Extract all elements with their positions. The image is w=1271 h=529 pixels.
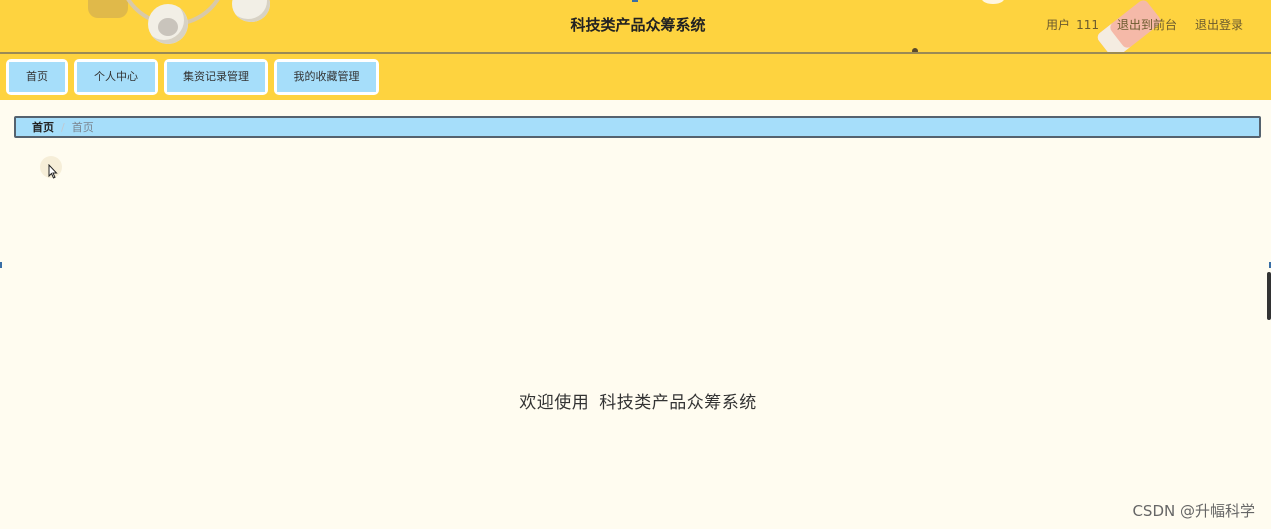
nav-item-my-favorites[interactable]: 我的收藏管理 bbox=[274, 59, 379, 95]
welcome-prefix: 欢迎使用 bbox=[519, 393, 590, 413]
nav-item-label: 首页 bbox=[9, 62, 65, 92]
logout-link[interactable]: 退出登录 bbox=[1195, 16, 1243, 33]
watermark: CSDN @升幅科学 bbox=[1132, 502, 1255, 520]
nav-item-label: 我的收藏管理 bbox=[277, 62, 376, 92]
user-name: 111 bbox=[1076, 18, 1099, 32]
nav-item-label: 个人中心 bbox=[77, 62, 155, 92]
decorative-dot bbox=[982, 0, 1004, 4]
edge-marker bbox=[632, 0, 638, 2]
breadcrumb: 首页 / 首页 bbox=[14, 116, 1261, 138]
breadcrumb-separator: / bbox=[61, 120, 65, 134]
back-to-front-link[interactable]: 退出到前台 bbox=[1117, 16, 1177, 33]
top-header: 科技类产品众筹系统 用户 111 退出到前台 退出登录 bbox=[0, 0, 1271, 54]
breadcrumb-current: 首页 bbox=[71, 121, 94, 134]
mouse-pointer-icon bbox=[48, 164, 58, 179]
scrollbar-handle[interactable] bbox=[1267, 272, 1271, 320]
nav-item-funding-records[interactable]: 集资记录管理 bbox=[164, 59, 268, 95]
user-area: 用户 111 退出到前台 退出登录 bbox=[1046, 16, 1243, 33]
nav-item-label: 集资记录管理 bbox=[167, 62, 265, 92]
nav-item-personal-center[interactable]: 个人中心 bbox=[74, 59, 158, 95]
main-nav: 首页 个人中心 集资记录管理 我的收藏管理 bbox=[0, 54, 1271, 100]
nav-item-home[interactable]: 首页 bbox=[6, 59, 68, 95]
welcome-message: 欢迎使用 科技类产品众筹系统 bbox=[0, 388, 1271, 413]
edge-marker bbox=[0, 262, 2, 268]
breadcrumb-home-link[interactable]: 首页 bbox=[32, 119, 54, 135]
welcome-system-name: 科技类产品众筹系统 bbox=[599, 393, 757, 413]
user-label: 用户 bbox=[1046, 18, 1071, 32]
user-info: 用户 111 bbox=[1046, 16, 1099, 33]
